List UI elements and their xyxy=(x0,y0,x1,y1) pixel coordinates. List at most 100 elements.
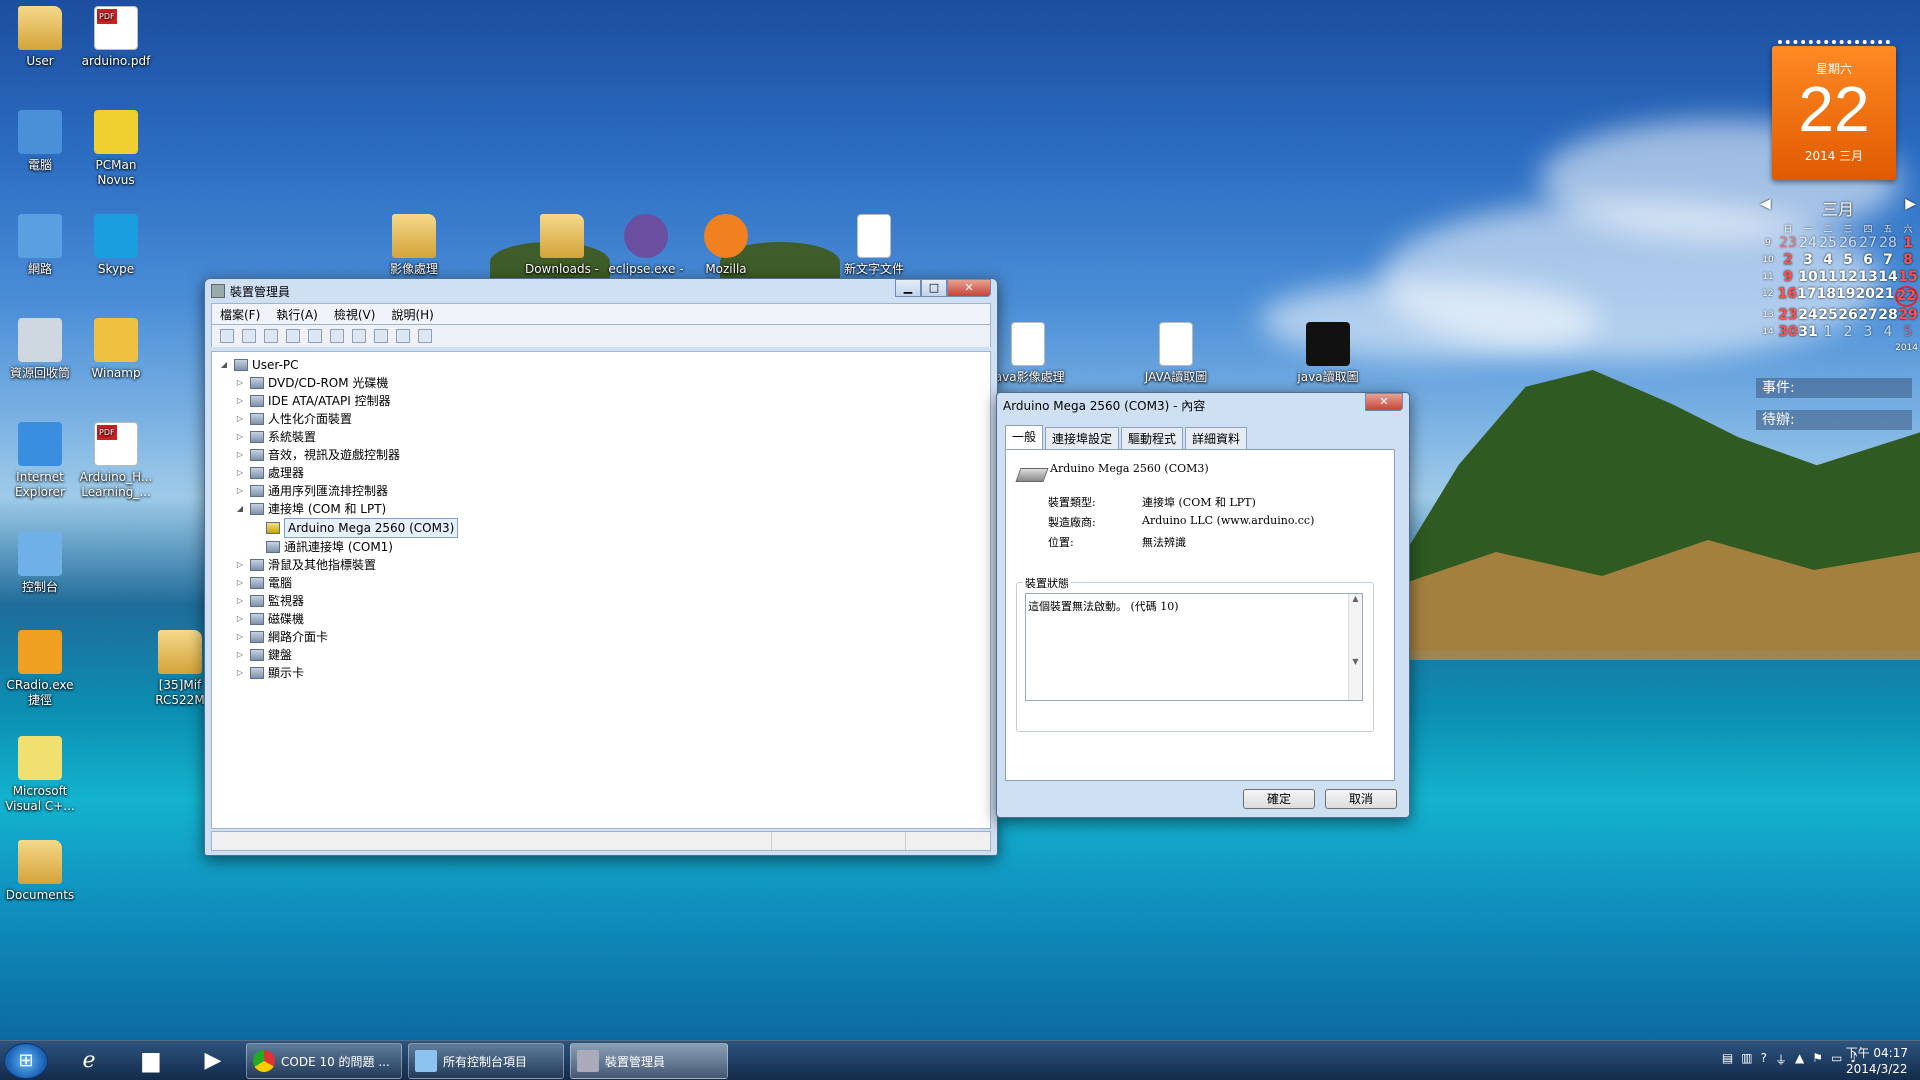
tree-node[interactable]: Arduino Mega 2560 (COM3) xyxy=(218,518,984,538)
desktop-icon[interactable]: Internet Explorer xyxy=(0,422,80,500)
calendar-day[interactable]: 30 xyxy=(1778,324,1798,341)
calendar-day[interactable]: 19 xyxy=(1836,286,1856,307)
expand-toggle-icon[interactable]: ▷ xyxy=(234,628,246,646)
tree-node[interactable]: ▷ 鍵盤 xyxy=(218,646,984,664)
expand-toggle-icon[interactable]: ◢ xyxy=(234,500,246,518)
taskbar-button-chrome[interactable]: CODE 10 的問題 ... xyxy=(246,1043,402,1079)
calendar-day[interactable]: 8 xyxy=(1898,252,1918,269)
calendar-day[interactable]: 14 xyxy=(1878,269,1898,286)
calendar-day[interactable]: 5 xyxy=(1838,252,1858,269)
calendar-day[interactable]: 9 xyxy=(1778,269,1798,286)
desktop-icon[interactable]: Arduino_H... Learning_... xyxy=(76,422,156,500)
calendar-day[interactable]: 16 xyxy=(1778,286,1798,307)
tree-node[interactable]: ◢ User-PC xyxy=(218,356,984,374)
help-icon[interactable] xyxy=(308,329,322,343)
calendar-day[interactable]: 3 xyxy=(1798,252,1818,269)
calendar-day[interactable]: 28 xyxy=(1878,235,1898,252)
taskbar-button-device-manager[interactable]: 裝置管理員 xyxy=(570,1043,728,1079)
tab-port-settings[interactable]: 連接埠設定 xyxy=(1045,427,1120,449)
tree-node[interactable]: ◢ 連接埠 (COM 和 LPT) xyxy=(218,500,984,518)
start-button[interactable] xyxy=(4,1043,48,1079)
tree-node[interactable]: ▷ 通用序列匯流排控制器 xyxy=(218,482,984,500)
menu-item[interactable]: 檢視(V) xyxy=(326,306,384,323)
calendar-day[interactable]: 24 xyxy=(1798,307,1818,324)
calendar-day[interactable]: 15 xyxy=(1898,269,1918,286)
tab-details[interactable]: 詳細資料 xyxy=(1185,427,1248,449)
desktop-icon[interactable]: Downloads - 捷徑 xyxy=(522,214,602,278)
desktop-icon[interactable]: java影像處理 xyxy=(988,322,1068,390)
calendar-day[interactable]: 23 xyxy=(1778,307,1798,324)
calendar-day[interactable]: 27 xyxy=(1858,307,1878,324)
calendar-day[interactable]: 20 xyxy=(1856,286,1876,307)
clock[interactable]: 下午 04:17 2014/3/22 xyxy=(1846,1045,1908,1077)
calendar-gadget[interactable]: 星期六 22 2014 三月 xyxy=(1772,40,1896,180)
calendar-day[interactable]: 3 xyxy=(1858,324,1878,341)
todo-bar[interactable]: 待辦: xyxy=(1756,410,1912,430)
minimize-button[interactable]: ▁ xyxy=(895,279,921,297)
next-month-icon[interactable]: ▶ xyxy=(1905,196,1916,212)
desktop-icon[interactable]: CRadio.exe 捷徑 xyxy=(0,630,80,708)
calendar-day[interactable]: 29 xyxy=(1898,307,1918,324)
tree-node[interactable]: ▷ 顯示卡 xyxy=(218,664,984,682)
desktop-icon[interactable]: Documents xyxy=(0,840,80,903)
calendar-day[interactable]: 4 xyxy=(1818,252,1838,269)
events-bar[interactable]: 事件: xyxy=(1756,378,1912,398)
calendar-day[interactable]: 2 xyxy=(1838,324,1858,341)
desktop-icon[interactable]: Mozilla Firefox xyxy=(686,214,766,278)
expand-toggle-icon[interactable]: ▷ xyxy=(234,392,246,410)
media-pinned[interactable]: ▶ xyxy=(186,1043,240,1079)
tree-node[interactable]: ▷ 音效，視訊及遊戲控制器 xyxy=(218,446,984,464)
maximize-button[interactable]: □ xyxy=(921,279,947,297)
desktop-icon[interactable]: Winamp xyxy=(76,318,156,381)
view-icon[interactable] xyxy=(330,329,344,343)
calendar-day[interactable]: 1 xyxy=(1898,235,1918,252)
calendar-day[interactable]: 17 xyxy=(1797,286,1817,307)
tree-node[interactable]: ▷ 滑鼠及其他指標裝置 xyxy=(218,556,984,574)
calendar-day[interactable]: 4 xyxy=(1878,324,1898,341)
calendar-day[interactable]: 31 xyxy=(1798,324,1818,341)
calendar-day[interactable]: 22 xyxy=(1894,286,1918,307)
device-tree[interactable]: ◢ User-PC ▷ DVD/CD-ROM 光碟機 ▷ IDE ATA/ATAPI 控制… xyxy=(211,351,991,829)
desktop-icon[interactable]: 新文字文件 xyxy=(834,214,914,278)
desktop-icon[interactable]: 影像處理 xyxy=(374,214,454,278)
dialog-title-bar[interactable]: Arduino Mega 2560 (COM3) - 內容 xyxy=(997,393,1409,417)
calendar-day[interactable]: 2 xyxy=(1778,252,1798,269)
forward-icon[interactable] xyxy=(242,329,256,343)
expand-toggle-icon[interactable]: ▷ xyxy=(234,592,246,610)
desktop-icon[interactable]: arduino.pdf xyxy=(76,6,156,69)
tree-node[interactable]: ▷ 系統裝置 xyxy=(218,428,984,446)
show-hide-tree-icon[interactable] xyxy=(264,329,278,343)
disable-icon[interactable] xyxy=(418,329,432,343)
flag-icon[interactable]: ⚑ xyxy=(1812,1051,1823,1068)
desktop-icon[interactable]: JAVA讀取圖 xyxy=(1136,322,1216,390)
desktop-icon[interactable]: 電腦 xyxy=(0,110,80,173)
desktop-icon[interactable]: Skype xyxy=(76,214,156,277)
desktop-icon[interactable]: eclipse.exe - 捷徑 xyxy=(606,214,686,278)
expand-toggle-icon[interactable]: ▷ xyxy=(234,574,246,592)
tree-node[interactable]: ▷ 人性化介面裝置 xyxy=(218,410,984,428)
calendar-day[interactable]: 23 xyxy=(1778,235,1798,252)
calendar-day[interactable]: 13 xyxy=(1858,269,1878,286)
calendar-day[interactable]: 26 xyxy=(1838,235,1858,252)
network-tray-icon[interactable]: ▥ xyxy=(1741,1051,1752,1068)
calendar-day[interactable]: 27 xyxy=(1858,235,1878,252)
expand-toggle-icon[interactable]: ▷ xyxy=(234,482,246,500)
calendar-day[interactable]: 25 xyxy=(1818,235,1838,252)
desktop-icon[interactable]: Microsoft Visual C+... xyxy=(0,736,80,814)
desktop-icon[interactable]: User xyxy=(0,6,80,69)
show-hidden-icon[interactable]: ▲ xyxy=(1795,1051,1804,1068)
calendar-day[interactable]: 24 xyxy=(1798,235,1818,252)
calendar-day[interactable]: 12 xyxy=(1838,269,1858,286)
expand-toggle-icon[interactable]: ▷ xyxy=(234,556,246,574)
menu-item[interactable]: 說明(H) xyxy=(383,306,441,323)
back-icon[interactable] xyxy=(220,329,234,343)
calendar-day[interactable]: 7 xyxy=(1878,252,1898,269)
menu-item[interactable]: 執行(A) xyxy=(268,306,326,323)
title-bar[interactable]: 裝置管理員 xyxy=(205,279,997,303)
calendar-day[interactable]: 11 xyxy=(1818,269,1838,286)
desktop-icon[interactable]: PCMan Novus xyxy=(76,110,156,188)
desktop-icon[interactable]: java讀取圖 xyxy=(1288,322,1368,390)
expand-toggle-icon[interactable]: ▷ xyxy=(234,664,246,682)
prev-month-icon[interactable]: ◀ xyxy=(1760,196,1771,212)
properties-icon[interactable] xyxy=(286,329,300,343)
